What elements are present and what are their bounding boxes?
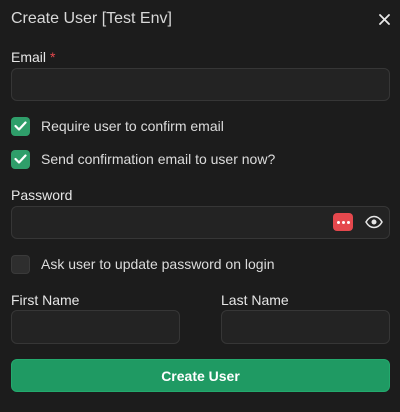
confirm-email-label: Require user to confirm email xyxy=(41,118,224,134)
first-name-field[interactable] xyxy=(11,310,180,344)
password-manager-icon[interactable] xyxy=(333,213,353,231)
last-name-label: Last Name xyxy=(221,292,289,308)
dialog-header: Create User [Test Env] xyxy=(0,0,400,40)
email-label-text: Email xyxy=(11,49,47,65)
required-marker: * xyxy=(50,49,56,65)
confirm-email-checkbox-row[interactable]: Require user to confirm email xyxy=(11,116,224,136)
last-name-field[interactable] xyxy=(221,310,390,344)
update-password-checkbox-row[interactable]: Ask user to update password on login xyxy=(11,254,274,274)
update-password-label: Ask user to update password on login xyxy=(41,256,275,272)
create-user-dialog: Create User [Test Env] Email * Require us… xyxy=(0,0,400,412)
send-confirmation-checkbox-row[interactable]: Send confirmation email to user now? xyxy=(11,149,275,169)
password-label: Password xyxy=(11,187,73,203)
send-confirmation-checkbox[interactable] xyxy=(11,149,30,169)
close-button[interactable] xyxy=(374,9,394,29)
update-password-checkbox[interactable] xyxy=(11,254,30,274)
email-field[interactable] xyxy=(11,68,390,101)
send-confirmation-label: Send confirmation email to user now? xyxy=(41,151,276,167)
first-name-label: First Name xyxy=(11,292,80,308)
eye-icon[interactable] xyxy=(365,214,383,230)
close-icon xyxy=(378,13,390,25)
email-label: Email * xyxy=(11,49,55,65)
confirm-email-checkbox[interactable] xyxy=(11,116,30,136)
check-icon xyxy=(14,154,27,164)
check-icon xyxy=(14,121,27,131)
create-user-button[interactable]: Create User xyxy=(11,359,390,392)
dialog-title: Create User [Test Env] xyxy=(11,10,172,27)
